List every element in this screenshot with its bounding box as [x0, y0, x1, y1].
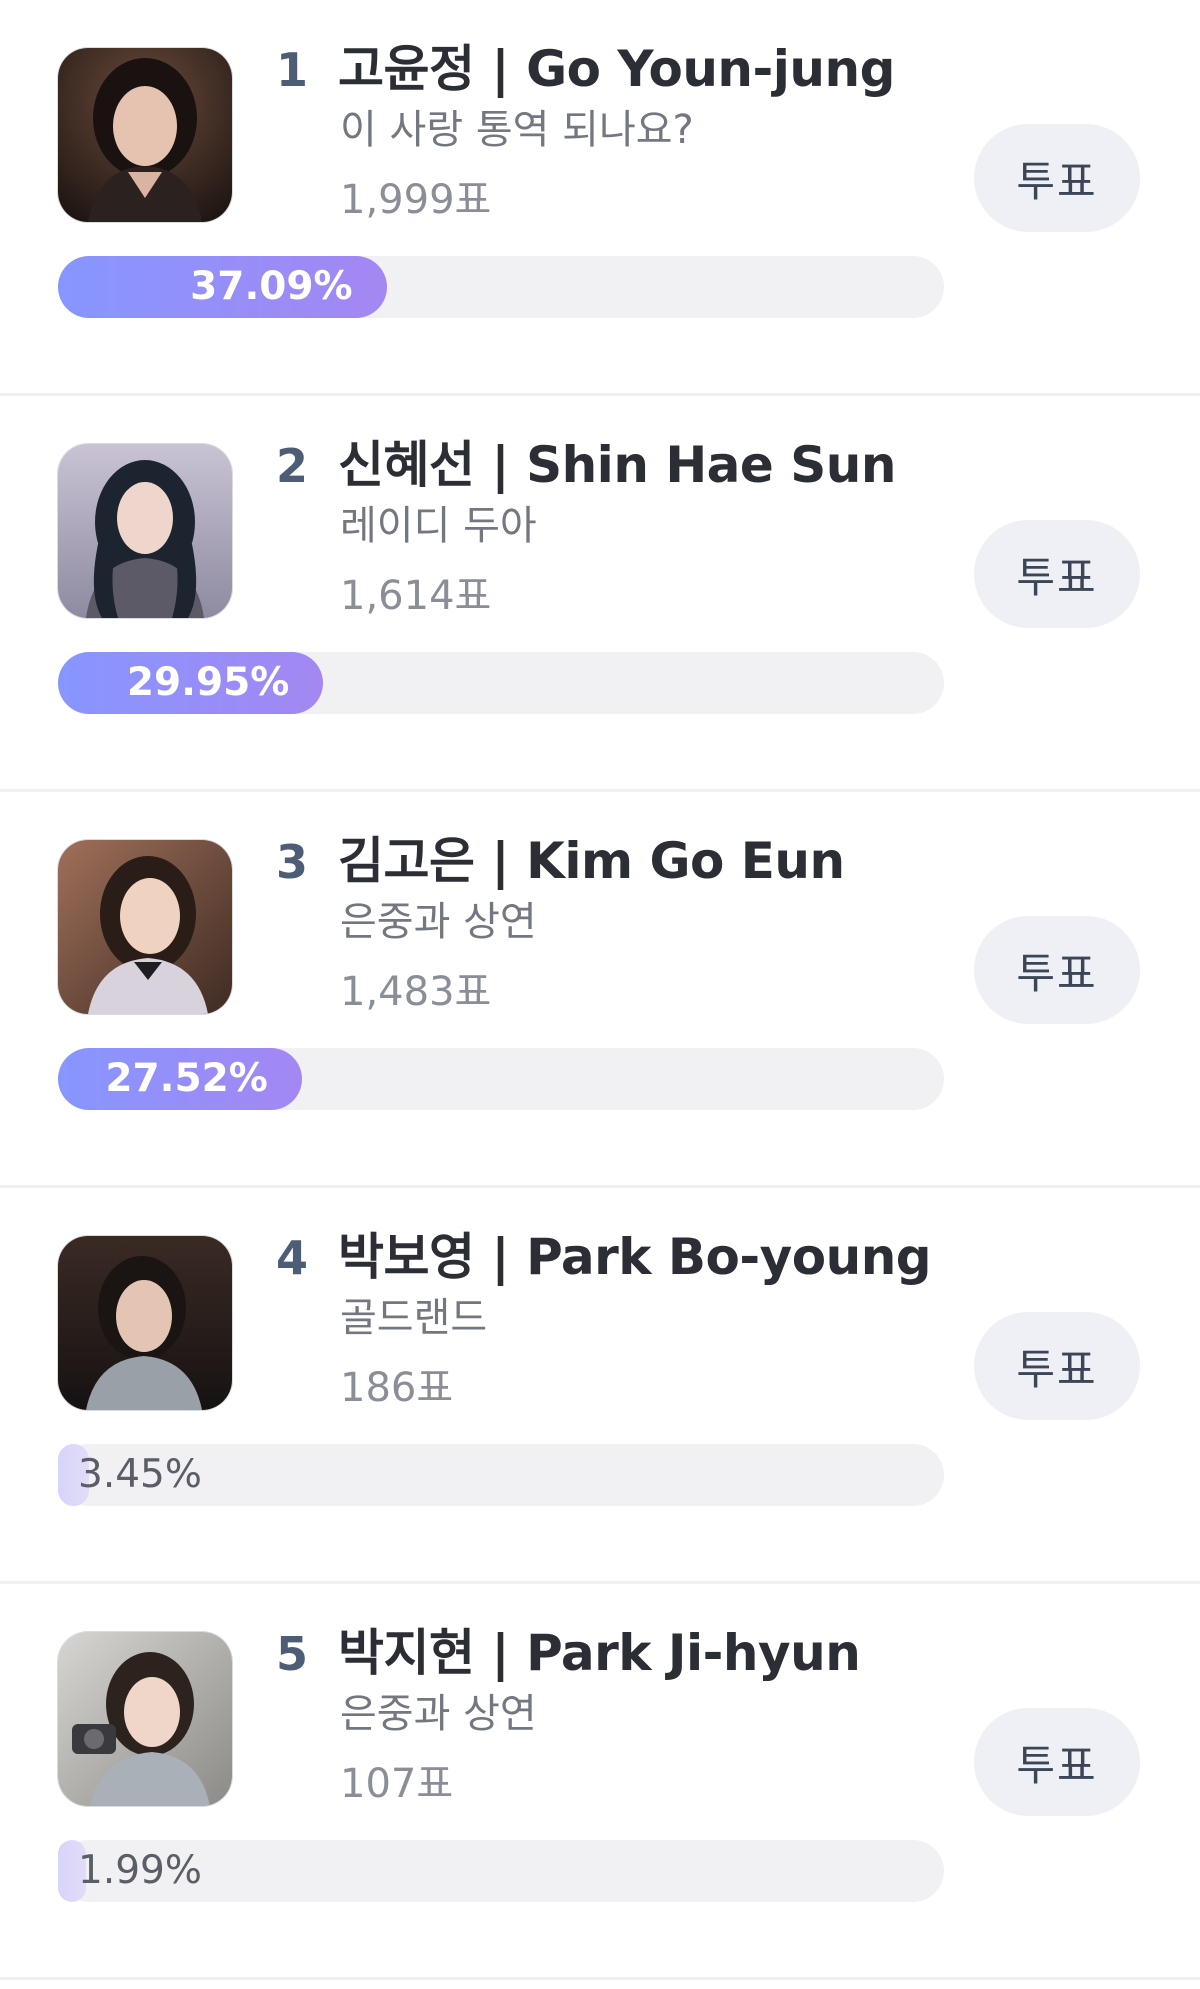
vote-button[interactable]: 투표: [974, 1708, 1140, 1816]
avatar: [58, 840, 232, 1014]
nominee-name: 박지현 | Park Ji-hyun: [338, 1624, 861, 1682]
vote-count: 107표: [340, 1761, 454, 1807]
ranking-list: 1 고윤정 | Go Youn-jung 이 사랑 통역 되나요? 1,999표…: [0, 0, 1200, 1980]
drama-title: 은중과 상연: [340, 1691, 537, 1737]
nominee-name: 박보영 | Park Bo-young: [338, 1228, 932, 1286]
progress-track: 27.52%: [58, 1048, 944, 1110]
vote-count: 1,614표: [340, 573, 492, 619]
rank-number: 4: [275, 1231, 308, 1285]
vote-count: 1,999표: [340, 177, 492, 223]
list-item: 4 박보영 | Park Bo-young 골드랜드 186표 투표 3.45%: [0, 1188, 1200, 1584]
percent-label: 3.45%: [78, 1452, 202, 1497]
rank-number: 1: [275, 43, 308, 97]
nominee-name: 고윤정 | Go Youn-jung: [338, 40, 895, 98]
progress-track: 37.09%: [58, 256, 944, 318]
percent-label: 27.52%: [105, 1056, 268, 1101]
profile-photo: [58, 1632, 232, 1806]
avatar: [58, 1632, 232, 1806]
nominee-name: 김고은 | Kim Go Eun: [338, 832, 845, 890]
progress-track: 29.95%: [58, 652, 944, 714]
list-item: 2 신혜선 | Shin Hae Sun 레이디 두아 1,614표 투표 29…: [0, 396, 1200, 792]
avatar: [58, 444, 232, 618]
drama-title: 레이디 두아: [340, 503, 537, 549]
avatar: [58, 48, 232, 222]
avatar: [58, 1236, 232, 1410]
vote-count: 1,483표: [340, 969, 492, 1015]
rank-number: 3: [275, 835, 308, 889]
progress-track: 3.45%: [58, 1444, 944, 1506]
drama-title: 은중과 상연: [340, 899, 537, 945]
percent-label: 29.95%: [126, 660, 290, 705]
rank-number: 2: [275, 439, 308, 493]
vote-button[interactable]: 투표: [974, 916, 1140, 1024]
nominee-name: 신혜선 | Shin Hae Sun: [338, 436, 896, 494]
vote-button[interactable]: 투표: [974, 520, 1140, 628]
percent-label: 37.09%: [190, 264, 353, 309]
drama-title: 골드랜드: [340, 1295, 488, 1341]
profile-photo: [58, 444, 232, 618]
percent-label: 1.99%: [78, 1848, 202, 1893]
progress-track: 1.99%: [58, 1840, 944, 1902]
profile-photo: [58, 840, 232, 1014]
profile-photo: [58, 48, 232, 222]
list-item: 3 김고은 | Kim Go Eun 은중과 상연 1,483표 투표 27.5…: [0, 792, 1200, 1188]
vote-button[interactable]: 투표: [974, 124, 1140, 232]
profile-photo: [58, 1236, 232, 1410]
vote-count: 186표: [340, 1365, 454, 1411]
list-item: 1 고윤정 | Go Youn-jung 이 사랑 통역 되나요? 1,999표…: [0, 0, 1200, 396]
rank-number: 5: [275, 1627, 308, 1681]
list-item: 5 박지현 | Park Ji-hyun 은중과 상연 107표 투표 1.99…: [0, 1584, 1200, 1980]
drama-title: 이 사랑 통역 되나요?: [340, 107, 694, 153]
vote-button[interactable]: 투표: [974, 1312, 1140, 1420]
